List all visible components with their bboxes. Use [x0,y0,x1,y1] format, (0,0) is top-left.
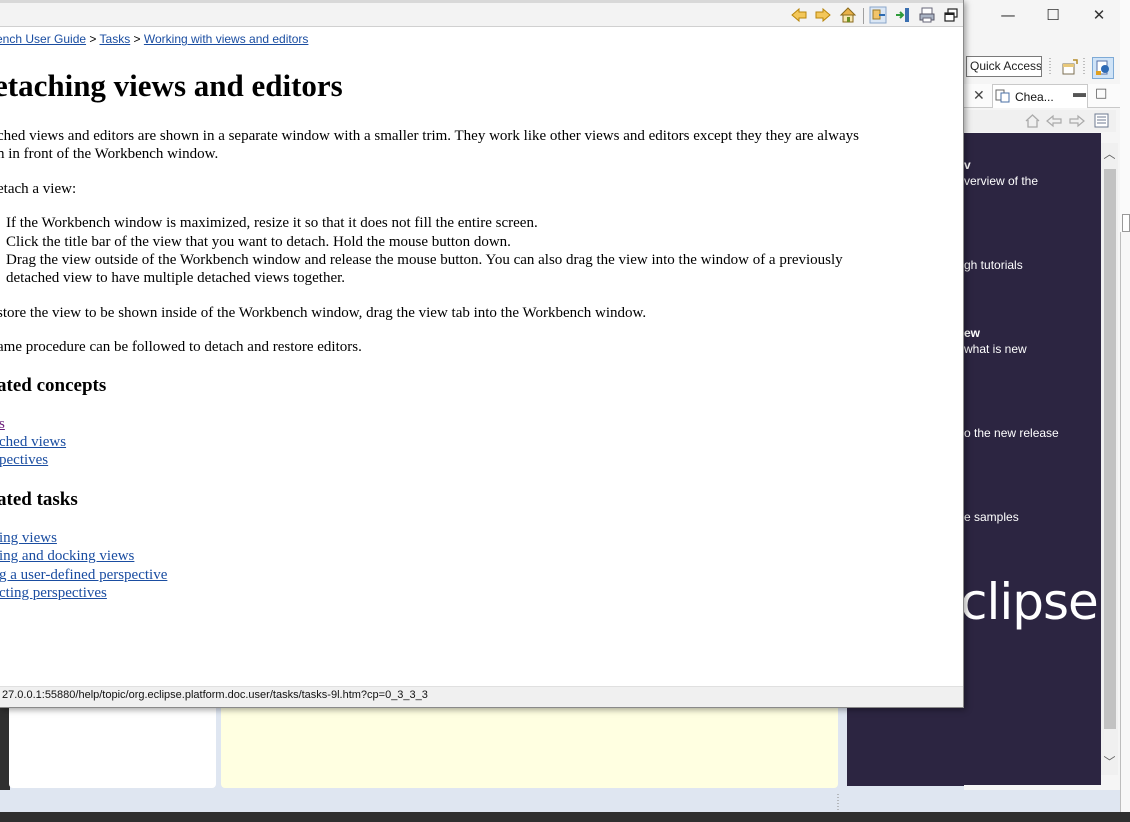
welcome-overview-title[interactable]: v [964,158,971,172]
help-content: ench User Guide > Tasks > Working with v… [0,28,963,686]
step-1: If the Workbench window is maximized, re… [6,215,538,231]
welcome-overview-desc[interactable]: verview of the [964,174,1038,188]
welcome-whatsnew-title[interactable]: ew [964,326,980,340]
step-3-cont: detached view to have multiple detached … [6,270,346,286]
related-task-link-selecting-perspectives[interactable]: cting perspectives [0,585,107,602]
home-icon[interactable] [1025,114,1040,128]
related-task-link-user-perspective[interactable]: g a user-defined perspective [0,567,167,584]
intro-line-1: ched views and editors are shown in a se… [0,128,859,144]
statusbar-grip-icon [837,794,839,810]
step-2: Click the title bar of the view that you… [6,234,511,250]
toolbar-separator [863,8,864,24]
breadcrumb: ench User Guide > Tasks > Working with v… [0,32,308,46]
welcome-tutorials-desc[interactable]: gh tutorials [964,258,1023,272]
scroll-down-icon[interactable]: ﹀ [1103,756,1116,769]
scroll-up-icon[interactable]: ︿ [1103,148,1116,161]
detach-lead: etach a view: [0,181,77,197]
workbench-statusbar [0,790,1120,812]
quick-access-field[interactable]: Quick Access [966,56,1042,77]
breadcrumb-user-guide[interactable]: ench User Guide [0,32,86,46]
show-in-toc-icon[interactable] [869,6,887,24]
related-task-link-moving-docking[interactable]: ing and docking views [0,548,134,565]
toolbar-grip-icon [1049,58,1051,76]
page-title: etaching views and editors [0,68,343,103]
javadoc-tooltip-panel [221,706,838,788]
welcome-newrelease-desc[interactable]: o the new release [964,426,1059,440]
related-tasks-heading: ated tasks [0,489,78,510]
maximize-button[interactable]: ☐ [1041,4,1065,26]
welcome-scrollbar[interactable]: ︿ ﹀ [1101,143,1118,775]
cheat-sheet-icon [995,89,1010,103]
back-icon[interactable] [790,6,808,24]
breadcrumb-tasks[interactable]: Tasks [100,32,131,46]
related-task-link-opening-views[interactable]: ing views [0,530,57,547]
breadcrumb-working-with-views[interactable]: Working with views and editors [144,32,309,46]
welcome-panel-bottom [847,706,964,786]
list-view-icon[interactable] [1094,113,1109,128]
welcome-panel: v verview of the gh tutorials ew what is… [964,133,1101,785]
forward-icon[interactable] [1069,114,1085,128]
step-3: Drag the view outside of the Workbench w… [6,252,843,268]
print-icon[interactable] [918,6,936,24]
minimize-view-icon[interactable]: ▬ [1073,85,1086,100]
forward-icon[interactable] [814,6,832,24]
edge-box [1122,214,1130,232]
toolbar-separator-icon [1083,58,1085,76]
scrollbar-thumb[interactable] [1104,169,1116,729]
java-perspective-icon[interactable] [1092,57,1114,79]
breadcrumb-sep: > [86,32,100,46]
welcome-samples-desc[interactable]: e samples [964,510,1019,524]
related-concepts-heading: ated concepts [0,375,107,396]
back-icon[interactable] [1046,114,1062,128]
help-window: ench User Guide > Tasks > Working with v… [0,0,964,708]
minimize-button[interactable]: — [996,4,1020,26]
bottom-white-panel [9,706,216,788]
related-concept-link-perspectives[interactable]: pectives [0,452,48,469]
close-button[interactable]: ✕ [1087,4,1111,26]
maximize-icon[interactable] [942,6,960,24]
help-statusbar-url: 27.0.0.1:55880/help/topic/org.eclipse.pl… [0,686,963,707]
maximize-view-icon[interactable]: □ [1095,86,1107,101]
eclipse-logo: clipse [964,573,1099,631]
intro-line-2: n in front of the Workbench window. [0,146,219,162]
welcome-toolbar [964,110,1116,132]
related-concept-link-detached-views[interactable]: ched views [0,434,66,451]
breadcrumb-sep: > [130,32,144,46]
welcome-whatsnew-desc[interactable]: what is new [964,342,1027,356]
open-perspective-icon[interactable] [1061,59,1079,77]
synchronize-toc-icon[interactable] [894,6,912,24]
taskbar-edge [0,812,1130,822]
close-tab-icon[interactable]: ✕ [973,88,985,104]
tab-label: Chea... [1015,90,1054,104]
cheat-sheets-tabbar: ✕ Chea... ▬ □ [964,84,1120,108]
same-procedure-paragraph: ame procedure can be followed to detach … [0,339,362,355]
related-concept-link-views[interactable]: s [0,416,5,433]
help-toolbar [0,0,963,27]
editor-edge [1120,0,1130,822]
restore-paragraph: store the view to be shown inside of the… [0,305,647,321]
home-icon[interactable] [839,6,857,24]
